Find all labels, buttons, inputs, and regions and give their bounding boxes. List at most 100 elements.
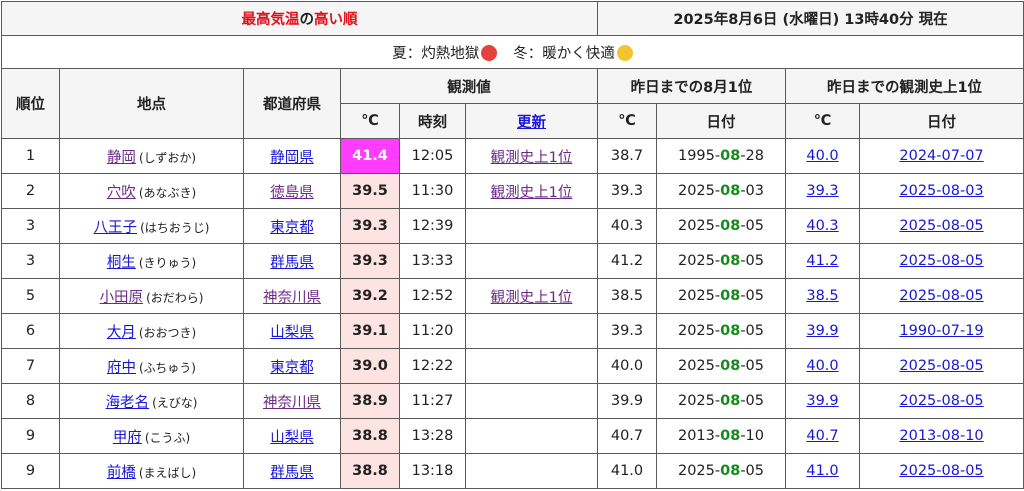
prefecture-link[interactable]: 神奈川県 xyxy=(263,395,321,411)
location-cell: 静岡 (しずおか) xyxy=(59,138,244,174)
location-link[interactable]: 穴吹 xyxy=(107,185,136,201)
time-cell: 12:22 xyxy=(399,348,466,384)
record-date-link[interactable]: 2025-08-05 xyxy=(899,463,983,479)
record-date-link[interactable]: 2013-08-10 xyxy=(899,428,983,444)
record-date-link[interactable]: 2024-07-07 xyxy=(899,148,983,164)
record-temp-link[interactable]: 39.9 xyxy=(806,323,838,339)
location-reading: (おおつき) xyxy=(138,325,197,340)
record-date-cell: 2025-08-03 xyxy=(858,173,1024,209)
table-row: 5 小田原 (おだわら) 神奈川県 39.2 12:52 観測史上1位 38.5 2025-08… xyxy=(1,278,1024,314)
col-header-prefecture: 都道府県 xyxy=(243,68,341,139)
record-note-link[interactable]: 観測史上1位 xyxy=(491,185,573,201)
location-reading: (えびな) xyxy=(152,395,198,410)
table-row: 3 八王子 (はちおうじ) 東京都 39.3 12:39 40.3 2025-08-05 40.… xyxy=(1,208,1024,244)
prefecture-link[interactable]: 静岡県 xyxy=(270,150,314,166)
table-row: 3 桐生 (きりゅう) 群馬県 39.3 13:33 41.2 2025-08-05 41.2 2… xyxy=(1,243,1024,279)
rank-cell: 7 xyxy=(1,348,60,384)
record-date-cell: 2024-07-07 xyxy=(858,138,1024,174)
record-date-link[interactable]: 2025-08-05 xyxy=(899,288,983,304)
location-reading: (ふちゅう) xyxy=(138,360,196,375)
record-temp-cell: 40.0 xyxy=(785,138,860,174)
record-temp-link[interactable]: 39.9 xyxy=(806,393,838,409)
record-date-cell: 2025-08-05 xyxy=(858,348,1024,384)
record-temp-link[interactable]: 38.5 xyxy=(806,288,838,304)
prefecture-cell: 山梨県 xyxy=(243,418,341,454)
col-header-location: 地点 xyxy=(59,68,244,139)
update-cell xyxy=(465,418,598,454)
aug-date-year: 2025- xyxy=(677,358,721,374)
record-date-link[interactable]: 2025-08-05 xyxy=(899,358,983,374)
col-header-celsius: ℃ xyxy=(340,103,400,139)
record-temp-link[interactable]: 39.3 xyxy=(806,183,838,199)
prefecture-link[interactable]: 東京都 xyxy=(270,360,314,376)
col-header-aug-date: 日付 xyxy=(656,103,786,139)
location-link[interactable]: 前橋 xyxy=(107,465,136,481)
rank-cell: 1 xyxy=(1,138,60,174)
title-text-1: 最高気温 xyxy=(241,12,300,28)
update-link[interactable]: 更新 xyxy=(517,115,546,131)
aug-date-year: 2025- xyxy=(677,183,721,199)
prefecture-link[interactable]: 山梨県 xyxy=(270,325,314,341)
location-cell: 桐生 (きりゅう) xyxy=(59,243,244,279)
record-note-link[interactable]: 観測史上1位 xyxy=(491,150,573,166)
prefecture-link[interactable]: 群馬県 xyxy=(270,465,314,481)
record-date-link[interactable]: 2025-08-05 xyxy=(899,393,983,409)
prefecture-cell: 群馬県 xyxy=(243,453,341,489)
time-cell: 13:18 xyxy=(399,453,466,489)
rank-cell: 9 xyxy=(1,418,60,454)
aug-date-year: 2025- xyxy=(677,253,721,269)
record-date-cell: 2025-08-05 xyxy=(858,208,1024,244)
record-temp-link[interactable]: 40.0 xyxy=(806,148,838,164)
record-temp-link[interactable]: 41.0 xyxy=(806,463,838,479)
record-date-cell: 2025-08-05 xyxy=(858,243,1024,279)
col-header-aug-first: 昨日までの8月1位 xyxy=(597,68,786,104)
record-temp-link[interactable]: 40.3 xyxy=(806,218,838,234)
neutral-face-icon xyxy=(616,44,633,61)
time-cell: 12:05 xyxy=(399,138,466,174)
location-reading: (おだわら) xyxy=(146,290,204,305)
aug-temp-cell: 41.0 xyxy=(597,453,657,489)
location-link[interactable]: 静岡 xyxy=(107,150,136,166)
prefecture-link[interactable]: 神奈川県 xyxy=(263,290,321,306)
prefecture-link[interactable]: 群馬県 xyxy=(270,255,314,271)
record-date-link[interactable]: 2025-08-05 xyxy=(899,253,983,269)
location-link[interactable]: 府中 xyxy=(107,360,136,376)
record-date-cell: 2025-08-05 xyxy=(858,453,1024,489)
location-link[interactable]: 海老名 xyxy=(106,395,150,411)
record-date-link[interactable]: 2025-08-05 xyxy=(899,218,983,234)
location-link[interactable]: 八王子 xyxy=(94,220,138,236)
table-row: 9 前橋 (まえばし) 群馬県 38.8 13:18 41.0 2025-08-05 41.0 2… xyxy=(1,453,1024,489)
record-temp-link[interactable]: 40.7 xyxy=(806,428,838,444)
record-note-link[interactable]: 観測史上1位 xyxy=(491,290,573,306)
location-link[interactable]: 甲府 xyxy=(113,430,142,446)
table-row: 8 海老名 (えびな) 神奈川県 38.9 11:27 39.9 2025-08-05 39.9… xyxy=(1,383,1024,419)
record-temp-link[interactable]: 41.2 xyxy=(806,253,838,269)
temperature-cell: 41.4 xyxy=(340,138,400,174)
aug-date-cell: 2025-08-05 xyxy=(656,383,786,419)
prefecture-link[interactable]: 山梨県 xyxy=(270,430,314,446)
aug-date-day: -05 xyxy=(740,358,764,374)
aug-date-cell: 2025-08-03 xyxy=(656,173,786,209)
prefecture-link[interactable]: 東京都 xyxy=(270,220,314,236)
location-reading: (しずおか) xyxy=(138,150,197,165)
location-link[interactable]: 大月 xyxy=(107,325,136,341)
col-header-update[interactable]: 更新 xyxy=(465,103,598,139)
temperature-cell: 39.5 xyxy=(340,173,400,209)
prefecture-cell: 山梨県 xyxy=(243,313,341,349)
record-temp-link[interactable]: 40.0 xyxy=(806,358,838,374)
aug-date-day: -05 xyxy=(740,393,764,409)
record-date-link[interactable]: 2025-08-03 xyxy=(899,183,983,199)
prefecture-link[interactable]: 徳島県 xyxy=(270,185,314,201)
update-cell xyxy=(465,348,598,384)
rank-cell: 2 xyxy=(1,173,60,209)
aug-date-year: 2025- xyxy=(677,323,721,339)
update-cell xyxy=(465,453,598,489)
time-cell: 12:39 xyxy=(399,208,466,244)
table-body: 1 静岡 (しずおか) 静岡県 41.4 12:05 観測史上1位 38.7 1995-08-2… xyxy=(1,138,1024,489)
record-date-link[interactable]: 1990-07-19 xyxy=(899,323,983,339)
aug-date-month: 08 xyxy=(720,183,741,199)
location-link[interactable]: 桐生 xyxy=(107,255,136,271)
location-link[interactable]: 小田原 xyxy=(100,290,144,306)
time-cell: 13:28 xyxy=(399,418,466,454)
update-cell: 観測史上1位 xyxy=(465,278,598,314)
